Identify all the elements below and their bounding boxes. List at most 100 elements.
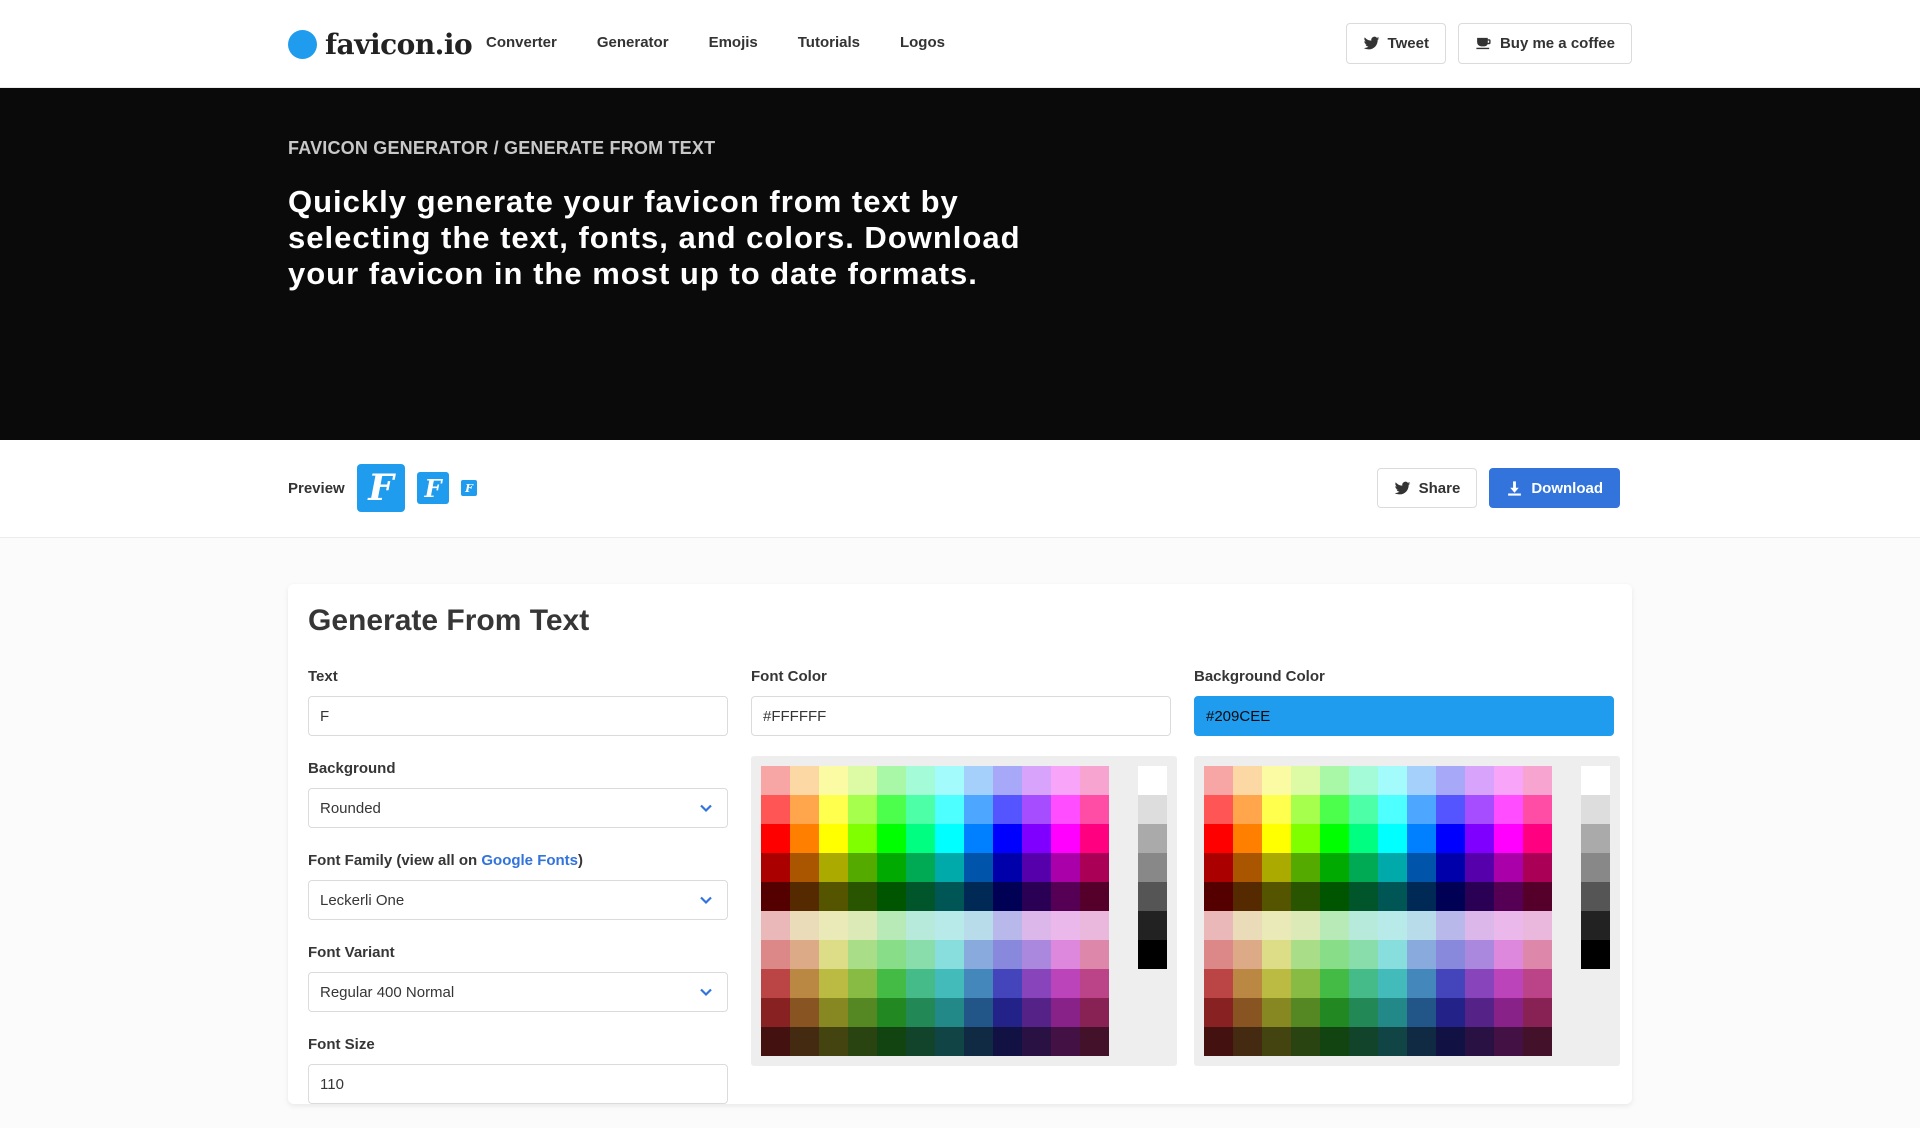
- color-swatch[interactable]: [1080, 882, 1109, 911]
- color-swatch[interactable]: [1320, 998, 1349, 1027]
- color-swatch[interactable]: [819, 969, 848, 998]
- color-swatch[interactable]: [1494, 766, 1523, 795]
- color-swatch[interactable]: [1436, 969, 1465, 998]
- color-swatch[interactable]: [1204, 853, 1233, 882]
- gray-swatch[interactable]: [1581, 795, 1610, 824]
- color-swatch[interactable]: [935, 911, 964, 940]
- color-swatch[interactable]: [1465, 795, 1494, 824]
- color-swatch[interactable]: [1349, 969, 1378, 998]
- color-swatch[interactable]: [906, 1027, 935, 1056]
- color-swatch[interactable]: [1022, 795, 1051, 824]
- color-swatch[interactable]: [1494, 911, 1523, 940]
- color-swatch[interactable]: [1262, 795, 1291, 824]
- color-swatch[interactable]: [993, 853, 1022, 882]
- color-swatch[interactable]: [1378, 1027, 1407, 1056]
- color-swatch[interactable]: [1204, 824, 1233, 853]
- nav-link-logos[interactable]: Logos: [900, 34, 945, 51]
- nav-link-converter[interactable]: Converter: [486, 34, 557, 51]
- color-swatch[interactable]: [1465, 940, 1494, 969]
- color-swatch[interactable]: [906, 853, 935, 882]
- color-swatch[interactable]: [1291, 969, 1320, 998]
- color-swatch[interactable]: [1233, 998, 1262, 1027]
- color-swatch[interactable]: [935, 940, 964, 969]
- color-swatch[interactable]: [1204, 969, 1233, 998]
- color-swatch[interactable]: [1204, 795, 1233, 824]
- color-swatch[interactable]: [1523, 795, 1552, 824]
- color-swatch[interactable]: [1291, 766, 1320, 795]
- color-swatch[interactable]: [1494, 998, 1523, 1027]
- color-swatch[interactable]: [1233, 1027, 1262, 1056]
- color-swatch[interactable]: [877, 911, 906, 940]
- gray-swatch[interactable]: [1138, 795, 1167, 824]
- color-swatch[interactable]: [1407, 1027, 1436, 1056]
- color-swatch[interactable]: [1233, 766, 1262, 795]
- color-swatch[interactable]: [1349, 940, 1378, 969]
- color-swatch[interactable]: [1349, 882, 1378, 911]
- color-swatch[interactable]: [1233, 824, 1262, 853]
- font-color-input[interactable]: #FFFFFF: [751, 696, 1171, 736]
- color-swatch[interactable]: [1407, 998, 1436, 1027]
- gray-swatch[interactable]: [1138, 882, 1167, 911]
- color-swatch[interactable]: [1407, 766, 1436, 795]
- color-swatch[interactable]: [1320, 940, 1349, 969]
- color-swatch[interactable]: [819, 795, 848, 824]
- download-button[interactable]: Download: [1489, 468, 1620, 508]
- color-swatch[interactable]: [1262, 940, 1291, 969]
- color-swatch[interactable]: [993, 795, 1022, 824]
- color-swatch[interactable]: [1465, 853, 1494, 882]
- color-swatch[interactable]: [964, 766, 993, 795]
- color-swatch[interactable]: [993, 998, 1022, 1027]
- color-swatch[interactable]: [1080, 969, 1109, 998]
- color-swatch[interactable]: [1262, 911, 1291, 940]
- gray-swatch[interactable]: [1581, 824, 1610, 853]
- color-swatch[interactable]: [877, 824, 906, 853]
- color-swatch[interactable]: [1204, 998, 1233, 1027]
- font-size-input[interactable]: 110: [308, 1064, 728, 1104]
- color-swatch[interactable]: [1378, 940, 1407, 969]
- color-swatch[interactable]: [1022, 882, 1051, 911]
- color-swatch[interactable]: [993, 1027, 1022, 1056]
- color-swatch[interactable]: [1262, 1027, 1291, 1056]
- color-swatch[interactable]: [761, 882, 790, 911]
- color-swatch[interactable]: [1080, 853, 1109, 882]
- color-swatch[interactable]: [761, 969, 790, 998]
- color-swatch[interactable]: [1291, 882, 1320, 911]
- color-swatch[interactable]: [1523, 998, 1552, 1027]
- color-swatch[interactable]: [848, 969, 877, 998]
- color-swatch[interactable]: [1349, 1027, 1378, 1056]
- color-swatch[interactable]: [1436, 824, 1465, 853]
- text-input[interactable]: F: [308, 696, 728, 736]
- color-swatch[interactable]: [1080, 824, 1109, 853]
- color-swatch[interactable]: [1051, 824, 1080, 853]
- color-swatch[interactable]: [1051, 911, 1080, 940]
- color-swatch[interactable]: [1407, 969, 1436, 998]
- color-swatch[interactable]: [848, 766, 877, 795]
- color-swatch[interactable]: [877, 998, 906, 1027]
- color-swatch[interactable]: [1523, 940, 1552, 969]
- color-swatch[interactable]: [1407, 853, 1436, 882]
- color-swatch[interactable]: [790, 911, 819, 940]
- color-swatch[interactable]: [1291, 911, 1320, 940]
- color-swatch[interactable]: [1465, 824, 1494, 853]
- color-swatch[interactable]: [1022, 766, 1051, 795]
- color-swatch[interactable]: [1080, 1027, 1109, 1056]
- color-swatch[interactable]: [1378, 824, 1407, 853]
- color-swatch[interactable]: [1320, 824, 1349, 853]
- color-swatch[interactable]: [1407, 911, 1436, 940]
- font-family-select[interactable]: Leckerli One: [308, 880, 728, 920]
- color-swatch[interactable]: [964, 1027, 993, 1056]
- color-swatch[interactable]: [1291, 998, 1320, 1027]
- color-swatch[interactable]: [964, 882, 993, 911]
- color-swatch[interactable]: [1080, 795, 1109, 824]
- color-swatch[interactable]: [877, 795, 906, 824]
- color-swatch[interactable]: [819, 940, 848, 969]
- color-swatch[interactable]: [1494, 940, 1523, 969]
- color-swatch[interactable]: [790, 853, 819, 882]
- color-swatch[interactable]: [848, 911, 877, 940]
- buy-coffee-button[interactable]: Buy me a coffee: [1457, 23, 1632, 64]
- color-swatch[interactable]: [993, 969, 1022, 998]
- color-swatch[interactable]: [1262, 998, 1291, 1027]
- color-swatch[interactable]: [1349, 911, 1378, 940]
- color-swatch[interactable]: [1320, 1027, 1349, 1056]
- color-swatch[interactable]: [819, 998, 848, 1027]
